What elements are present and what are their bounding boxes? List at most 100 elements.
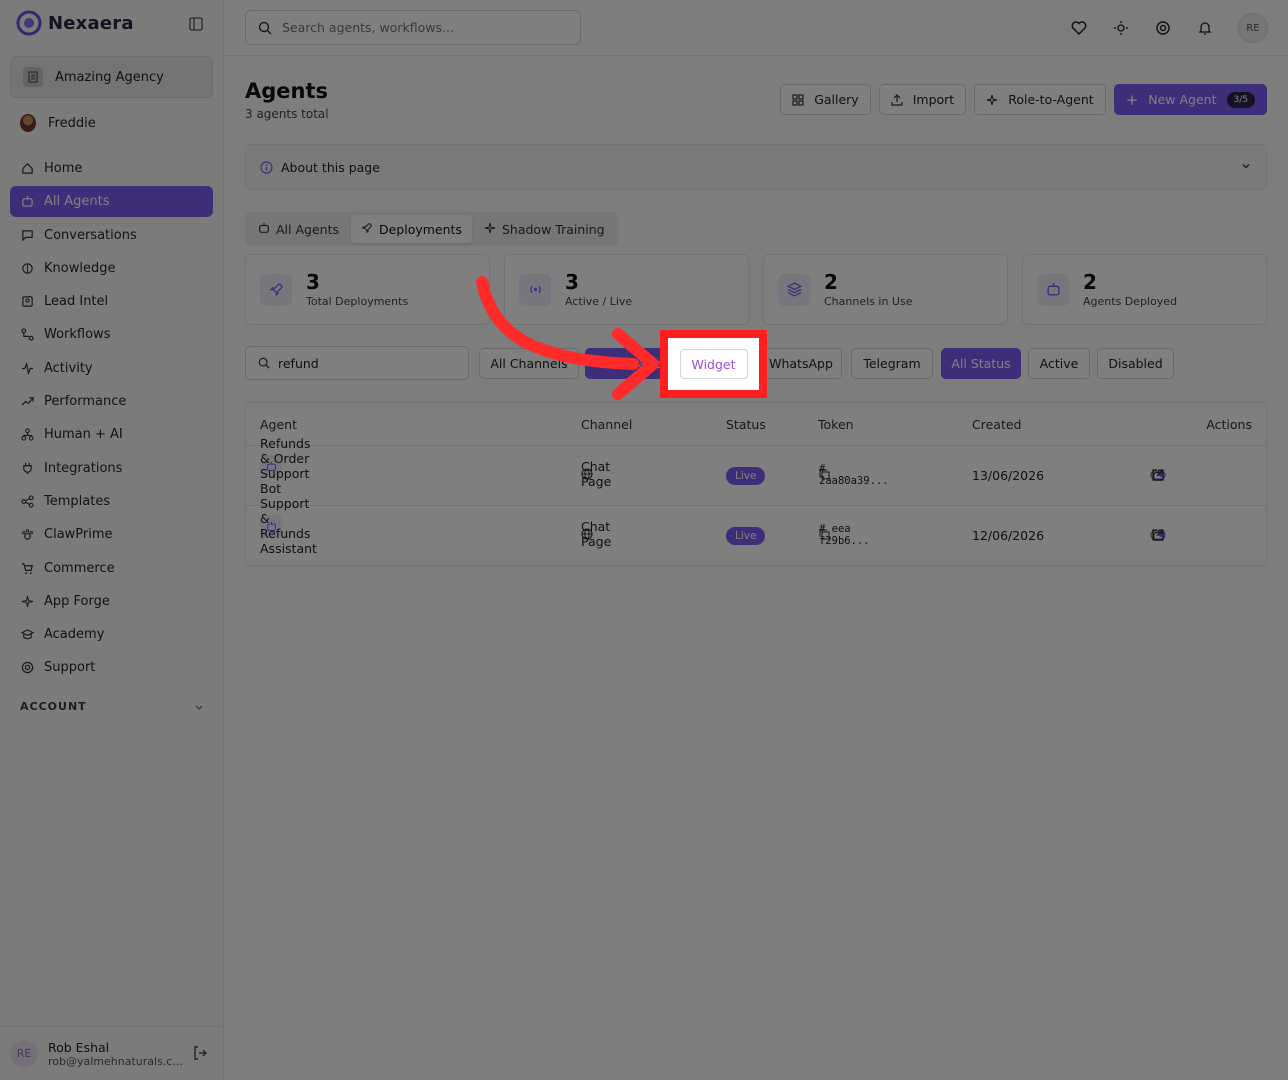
filter-active[interactable]: Active [1028, 348, 1090, 379]
column-header: Created [972, 417, 1022, 432]
filter-widget[interactable]: Widget [679, 349, 748, 379]
sparkles-icon [20, 594, 34, 608]
avatar [20, 114, 36, 132]
brand[interactable]: Nexaera [16, 10, 134, 36]
topbar: RE [224, 0, 1288, 56]
sidebar-item-workflows[interactable]: Workflows [10, 319, 213, 350]
gallery-button[interactable]: Gallery [780, 84, 871, 115]
sidebar-item-label: Activity [44, 360, 93, 376]
sidebar-item-label: Commerce [44, 560, 115, 576]
tab-shadow-training[interactable]: Shadow Training [474, 215, 615, 243]
filter-all-status[interactable]: All Status [941, 348, 1021, 379]
sidebar-item-templates[interactable]: Templates [10, 486, 213, 517]
sidebar-item-label: ClawPrime [44, 527, 113, 543]
sidebar-item-label: Performance [44, 394, 127, 410]
role-to-agent-button[interactable]: Role-to-Agent [974, 84, 1106, 115]
about-accordion[interactable]: About this page [245, 144, 1267, 190]
sidebar-item-activity[interactable]: Activity [10, 353, 213, 384]
token-value: # eea f29b6... [819, 522, 870, 547]
tab-label: All Agents [276, 221, 339, 237]
footer-user-name: Rob Eshal [48, 1039, 110, 1055]
import-label: Import [912, 92, 955, 107]
tab-all-agents[interactable]: All Agents [248, 215, 349, 243]
column-header: Token [818, 417, 854, 432]
sidebar-item-support[interactable]: Support [10, 652, 213, 683]
sidebar-item-performance[interactable]: Performance [10, 386, 213, 417]
search-input[interactable] [282, 20, 572, 35]
bot-icon [1037, 273, 1069, 306]
rocket-icon [361, 222, 373, 237]
bot-icon[interactable] [1150, 467, 1166, 483]
logout-icon[interactable] [192, 1045, 208, 1061]
heart-icon[interactable] [1070, 19, 1088, 37]
token-value: # 2aa80a39... [819, 462, 889, 487]
avatar[interactable]: RE [10, 1039, 38, 1068]
org-switcher[interactable]: Amazing Agency [10, 56, 213, 98]
sidebar-item-knowledge[interactable]: Knowledge [10, 253, 213, 284]
sidebar-item-app-forge[interactable]: App Forge [10, 586, 213, 617]
filter-all-channels[interactable]: All Channels [479, 348, 579, 379]
sidebar-collapse-icon[interactable] [186, 14, 206, 34]
sidebar-item-integrations[interactable]: Integrations [10, 453, 213, 484]
stat-card: 3 Total Deployments [245, 254, 490, 325]
lifebuoy-icon[interactable] [1154, 19, 1172, 37]
sidebar-item-label: Lead Intel [44, 294, 109, 310]
avatar[interactable]: RE [1238, 13, 1268, 43]
network-icon [20, 428, 34, 442]
sidebar-item-human-ai[interactable]: Human + AI [10, 419, 213, 450]
role-to-agent-label: Role-to-Agent [1008, 92, 1094, 107]
table-row[interactable]: Refunds & Order Support Bot Chat Page Live… [246, 436, 1266, 506]
sidebar-item-all-agents[interactable]: All Agents [10, 186, 213, 218]
highlight-box: Widget [660, 330, 767, 398]
stat-label: Total Deployments [306, 295, 409, 308]
sidebar-item-label: Conversations [44, 227, 137, 243]
share-icon [20, 494, 34, 508]
brand-name: Nexaera [48, 12, 134, 34]
sidebar-item-lead-intel[interactable]: Lead Intel [10, 286, 213, 317]
sparkles-icon [987, 94, 998, 105]
upload-icon [891, 93, 903, 106]
agent-tabs: All Agents Deployments Shadow Training [245, 212, 618, 246]
created-date: 13/06/2026 [972, 468, 1045, 483]
plus-icon: + [1125, 90, 1139, 109]
user-profile[interactable]: Freddie [20, 114, 96, 132]
tab-deployments[interactable]: Deployments [350, 215, 472, 243]
trending-icon [20, 395, 34, 409]
sidebar-item-conversations[interactable]: Conversations [10, 220, 213, 251]
sidebar-item-label: App Forge [44, 593, 110, 609]
column-header: Status [726, 417, 766, 432]
bot-icon[interactable] [1150, 527, 1166, 543]
contact-icon [20, 295, 34, 309]
account-section-toggle[interactable]: ACCOUNT [20, 700, 204, 713]
token-cell: # 2aa80a39... [819, 463, 889, 487]
new-agent-button[interactable]: + New Agent 3/5 [1113, 84, 1267, 115]
user-name: Freddie [48, 115, 96, 131]
sidebar-item-commerce[interactable]: Commerce [10, 553, 213, 584]
sidebar-nav: Home All Agents Conversations Knowledge Lead… [10, 153, 213, 686]
filter-telegram[interactable]: Telegram [851, 348, 933, 379]
deployments-table: Agent Channel Status Token Created Actio… [245, 402, 1267, 566]
chevron-down-icon [1242, 164, 1250, 169]
global-search[interactable] [245, 10, 581, 45]
account-label: ACCOUNT [20, 700, 87, 713]
stat-card: 2 Channels in Use [763, 254, 1008, 325]
column-header: Agent [260, 417, 297, 432]
table-row[interactable]: Support & Refunds Assistant Chat Page Live… [246, 496, 1266, 566]
filter-whatsapp[interactable]: WhatsApp [760, 348, 842, 379]
sidebar-item-label: Support [44, 660, 96, 676]
gallery-label: Gallery [814, 92, 859, 107]
bell-icon[interactable] [1196, 19, 1214, 37]
radio-icon [519, 273, 551, 306]
sidebar-footer: RE Rob Eshal rob@yalmehnaturals.c... [0, 1026, 223, 1080]
import-button[interactable]: Import [878, 84, 967, 115]
sun-icon[interactable] [1112, 19, 1130, 37]
paw-icon [20, 528, 34, 542]
sidebar-item-home[interactable]: Home [10, 153, 213, 184]
stat-label: Channels in Use [824, 295, 913, 308]
filter-disabled[interactable]: Disabled [1097, 348, 1174, 379]
sidebar-item-clawprime[interactable]: ClawPrime [10, 519, 213, 550]
sidebar-item-academy[interactable]: Academy [10, 619, 213, 650]
activity-icon [20, 361, 34, 375]
deployment-search[interactable]: refund [245, 346, 469, 380]
stat-value: 2 [1083, 270, 1097, 294]
